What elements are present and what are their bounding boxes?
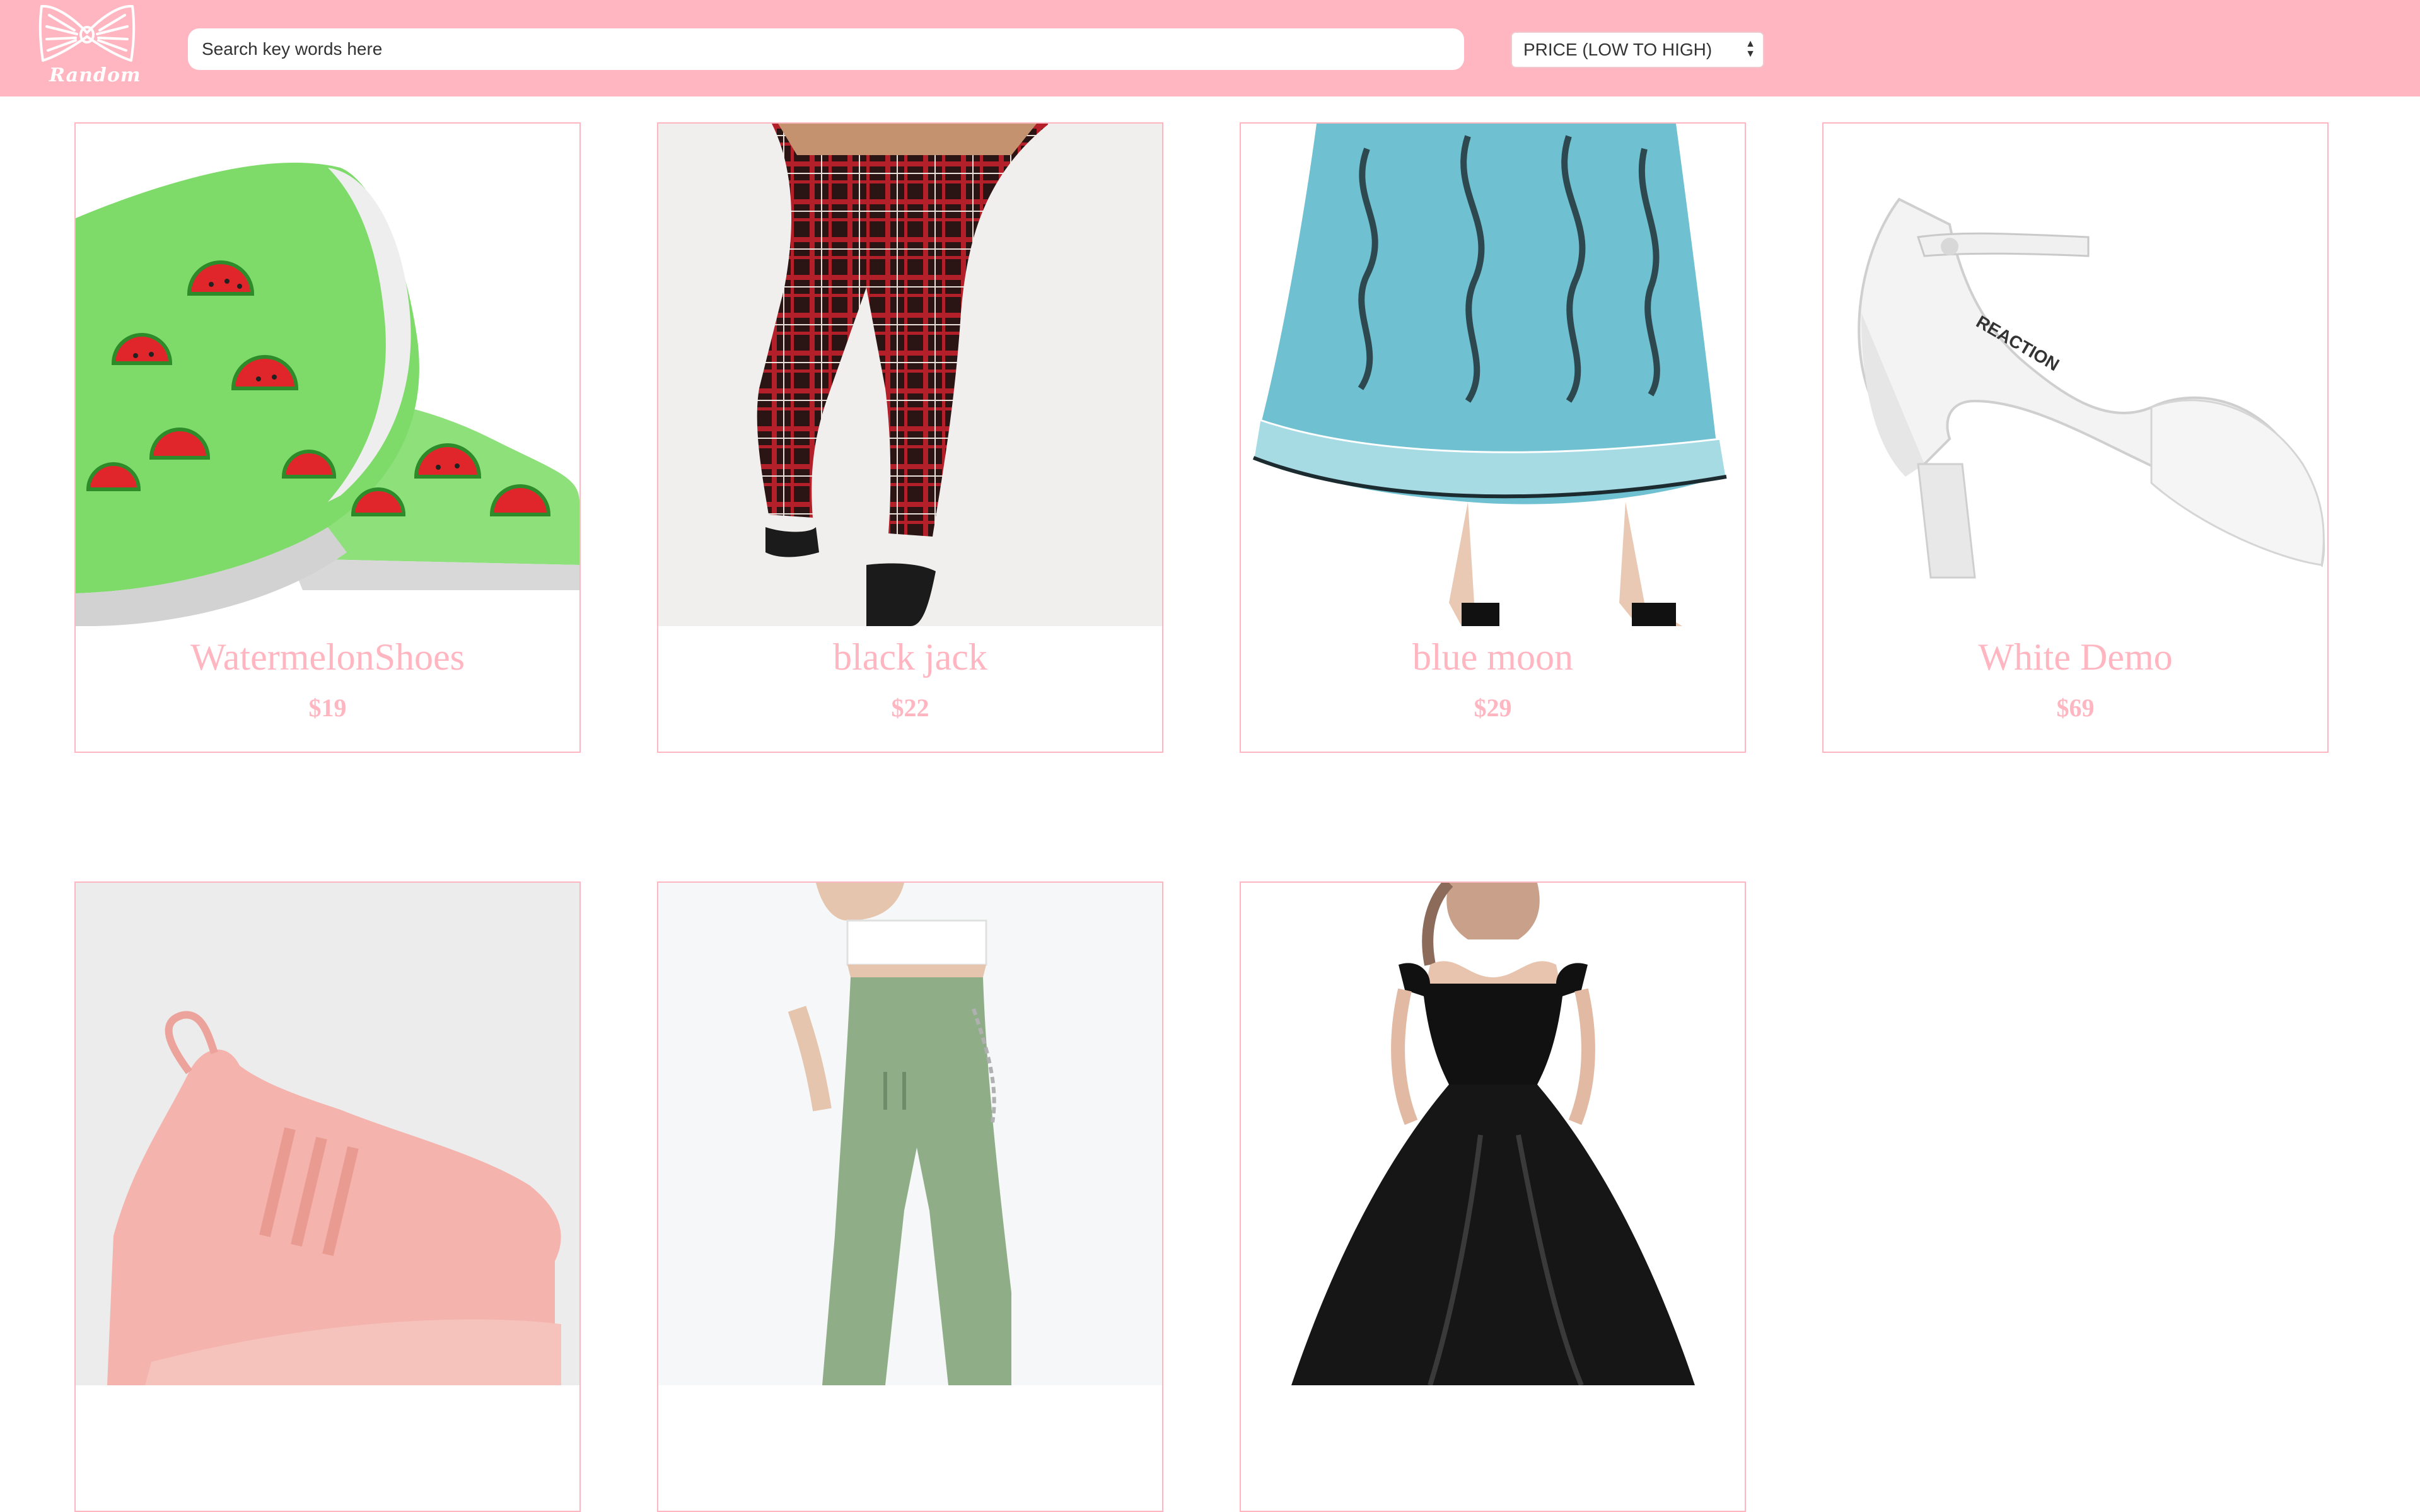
product-image-pink-sneaker[interactable] [76, 883, 579, 1385]
product-price: $29 [1474, 694, 1512, 722]
product-name[interactable]: black jack [658, 636, 1162, 679]
product-image-watermelon-shoes[interactable] [76, 124, 579, 626]
product-name[interactable]: blue moon [1241, 636, 1745, 679]
select-arrows-icon: ▲ ▼ [1745, 38, 1755, 59]
product-image-black-gown[interactable] [1241, 883, 1745, 1385]
product-card[interactable] [74, 881, 581, 1512]
product-card[interactable]: blue moon $29 [1240, 122, 1746, 753]
search-input[interactable] [188, 28, 1464, 70]
product-name[interactable]: White Demo [1824, 636, 2327, 679]
product-card[interactable]: WatermelonShoes $19 [74, 122, 581, 753]
product-name[interactable]: WatermelonShoes [76, 636, 579, 679]
product-card[interactable] [657, 881, 1163, 1512]
sort-select[interactable]: PRICE (LOW TO HIGH) ▲ ▼ [1511, 32, 1764, 68]
product-image-white-heel[interactable]: REACTION [1824, 124, 2327, 626]
sort-selected-value: PRICE (LOW TO HIGH) [1523, 40, 1713, 59]
top-header: Random PRICE (LOW TO HIGH) ▲▼ [0, 0, 2420, 96]
product-image-blue-skirt[interactable] [1241, 124, 1745, 626]
product-price: $22 [891, 694, 929, 722]
product-image-plaid-pants[interactable] [658, 124, 1162, 626]
product-card[interactable]: black jack $22 [657, 122, 1163, 753]
logo-text: Random [49, 64, 141, 86]
product-price: $19 [308, 694, 347, 722]
product-card[interactable]: REACTION White Demo $69 [1822, 122, 2329, 753]
product-image-green-cargo-pants[interactable] [658, 883, 1162, 1385]
product-price: $69 [2056, 694, 2095, 722]
product-card[interactable] [1240, 881, 1746, 1512]
